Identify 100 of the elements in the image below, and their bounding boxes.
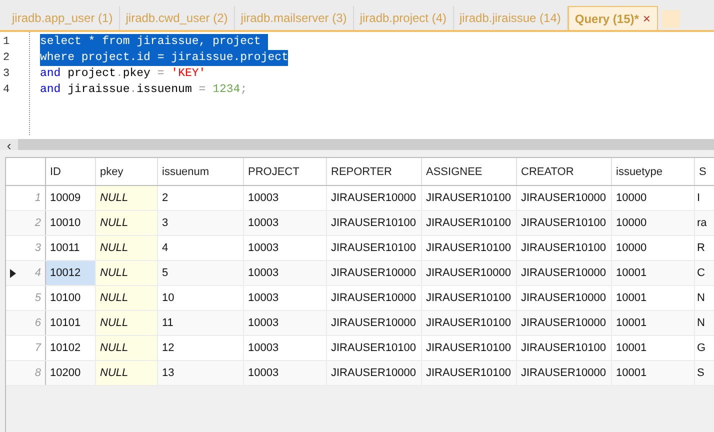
table-cell: 10003 [244,261,327,285]
table-cell: N [695,286,714,310]
table-cell: JIRAUSER10100 [422,336,517,360]
table-cell: NULL [96,311,158,335]
row-number: 5 [34,290,41,306]
row-header[interactable]: 7 [6,336,46,360]
table-cell: JIRAUSER10000 [517,261,612,285]
table-cell: NULL [96,186,158,210]
table-cell: G [695,336,714,360]
table-cell: NULL [96,236,158,260]
table-cell: JIRAUSER10000 [517,361,612,385]
row-number: 2 [34,216,41,231]
table-cell: S [695,361,714,385]
table-cell: NULL [96,211,158,235]
table-cell: JIRAUSER10100 [422,311,517,335]
close-icon[interactable]: × [642,8,651,28]
row-header[interactable]: 8 [6,361,46,385]
table-cell: 10012 [46,261,96,285]
table-cell: JIRAUSER10100 [422,186,517,210]
row-header[interactable]: 3 [6,236,46,260]
table-cell: JIRAUSER10000 [517,186,612,210]
table-cell: 10 [158,286,244,310]
table-cell: 2 [158,186,244,210]
table-cell: 10003 [244,311,327,335]
table-cell: 13 [158,361,244,385]
table-cell: 10001 [612,361,695,385]
table-cell: JIRAUSER10100 [517,211,612,235]
table-cell: JIRAUSER10000 [327,311,422,335]
line-number: 2 [2,51,11,66]
table-cell: 11 [158,311,244,335]
row-number: 7 [34,340,41,356]
column-header[interactable]: ID [46,158,96,185]
row-number: 1 [34,190,41,206]
table-cell: JIRAUSER10000 [517,311,612,335]
line-number: 4 [2,83,11,98]
column-header[interactable]: ASSIGNEE [422,158,517,185]
row-header[interactable]: 6 [6,311,46,335]
table-cell: JIRAUSER10100 [517,236,612,260]
table-cell: JIRAUSER10100 [422,236,517,260]
row-header[interactable]: 2 [6,211,46,235]
table-cell: JIRAUSER10000 [327,261,422,285]
column-header[interactable]: REPORTER [327,158,422,185]
table-cell: JIRAUSER10000 [327,186,422,210]
line-number: 3 [2,67,11,82]
table-cell: NULL [96,286,158,310]
table-cell: 10003 [244,336,327,360]
table-cell: JIRAUSER10100 [327,211,422,235]
table-cell: 10001 [612,311,695,335]
table-cell: I [695,186,714,210]
table-cell: JIRAUSER10100 [422,286,517,310]
row-number: 4 [34,266,41,281]
table-cell: 10003 [244,236,327,260]
row-number: 8 [34,366,41,381]
table-cell: 10003 [244,186,327,210]
table-cell: N [695,311,714,335]
table-cell: 10001 [612,261,695,285]
table-cell: JIRAUSER10100 [517,336,612,360]
table-cell: JIRAUSER10100 [327,236,422,260]
table-cell: R [695,236,714,260]
table-cell: 10001 [612,336,695,360]
column-header[interactable]: issuenum [158,158,244,185]
table-cell: NULL [96,261,158,285]
row-header[interactable]: 5 [6,286,46,310]
table-cell: 10000 [612,211,695,235]
table-cell: NULL [96,336,158,360]
code-line: and jiraissue.issuenum = 1234; [40,82,248,98]
table-cell: JIRAUSER10100 [422,211,517,235]
horizontal-scrollbar[interactable]: ‹ [0,135,714,150]
table-cell: 12 [158,336,244,360]
table-cell: 5 [158,261,244,285]
table-cell: NULL [96,361,158,385]
table-cell: 3 [158,211,244,235]
table-cell: 10003 [244,361,327,385]
table-cell: JIRAUSER10000 [327,286,422,310]
current-row-icon [10,268,16,278]
table-cell: JIRAUSER10000 [422,261,517,285]
table-cell: 10003 [244,211,327,235]
table-cell: 10001 [612,286,695,310]
table-cell: JIRAUSER10000 [327,361,422,385]
row-header[interactable]: 1 [6,186,46,210]
row-number: 3 [34,240,41,256]
column-header[interactable]: S [695,158,714,185]
tab[interactable]: Query (15)* × [568,6,658,30]
table-cell: ra [695,211,714,235]
table-cell: JIRAUSER10100 [327,336,422,360]
code-line: and project.pkey = 'KEY' [40,66,206,82]
column-header[interactable]: issuetype [612,158,695,185]
table-cell: 10003 [244,286,327,310]
table-cell: C [695,261,714,285]
new-tab-button[interactable] [662,10,680,28]
table-cell: JIRAUSER10000 [517,286,612,310]
row-number: 6 [34,316,41,331]
column-header[interactable]: pkey [96,158,158,185]
table-cell: 4 [158,236,244,260]
column-header[interactable]: PROJECT [244,158,327,185]
table-cell: 10000 [612,236,695,260]
table-cell: 10000 [612,186,695,210]
line-number: 1 [2,35,11,50]
table-cell: JIRAUSER10100 [422,361,517,385]
column-header[interactable]: CREATOR [517,158,612,185]
